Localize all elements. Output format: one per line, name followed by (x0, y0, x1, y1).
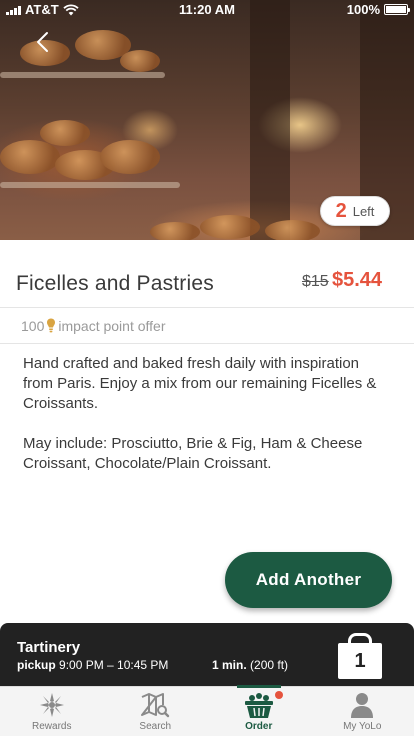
add-another-button[interactable]: Add Another (225, 552, 392, 608)
description-paragraph: Hand crafted and baked fresh daily with … (23, 355, 377, 412)
tab-search[interactable]: Search (104, 687, 208, 736)
tab-label: Order (245, 721, 273, 732)
travel-time: 1 min. (212, 658, 247, 672)
lightbulb-icon (47, 318, 56, 333)
travel-distance: (200 ft) (250, 658, 289, 672)
impact-offer-label: impact point offer (58, 318, 166, 334)
battery-percent: 100% (346, 2, 380, 17)
product-title: Ficelles and Pastries (16, 272, 214, 295)
basket-icon (244, 693, 273, 718)
chevron-left-icon (37, 32, 48, 52)
tab-label: My YoLo (343, 721, 382, 732)
tab-rewards[interactable]: Rewards (0, 687, 104, 736)
tab-my-yolo[interactable]: My YoLo (311, 687, 414, 736)
cart-count: 1 (338, 643, 382, 679)
store-name: Tartinery (17, 639, 81, 656)
tab-label: Rewards (32, 721, 72, 732)
battery-status: 100% (346, 2, 410, 17)
map-search-icon (141, 693, 170, 718)
sale-price: $5.44 (332, 269, 383, 291)
cart-button[interactable]: 1 (338, 633, 382, 679)
product-header: Ficelles and Pastries $15 $5.44 (0, 240, 414, 308)
order-summary-bar[interactable]: Tartinery pickup 9:00 PM – 10:45 PM 1 mi… (0, 623, 414, 686)
tab-label: Search (139, 721, 172, 732)
stock-count: 2 (335, 199, 347, 222)
battery-icon (384, 4, 410, 15)
description-paragraph: May include: Prosciutto, Brie & Fig, Ham… (23, 435, 363, 472)
stock-badge: 2 Left (320, 196, 390, 226)
tab-bar: Rewards Search Order My YoLo (0, 685, 414, 736)
stock-label: Left (352, 203, 375, 219)
rewards-icon (39, 693, 64, 717)
travel-info: 1 min. (200 ft) (212, 658, 288, 672)
impact-points: 100 (21, 318, 45, 334)
status-bar: AT&T 11:20 AM 100% (0, 0, 414, 20)
impact-offer: 100 impact point offer (21, 318, 166, 334)
back-button[interactable] (22, 24, 62, 60)
product-description: Hand crafted and baked fresh daily with … (23, 354, 393, 474)
pickup-window: pickup 9:00 PM – 10:45 PM (17, 658, 168, 672)
notification-dot (274, 691, 283, 699)
pickup-time: 9:00 PM – 10:45 PM (59, 658, 169, 672)
profile-icon (351, 693, 374, 718)
tab-order[interactable]: Order (207, 685, 311, 736)
original-price: $15 (302, 273, 329, 290)
impact-offer-row: 100 impact point offer (0, 308, 414, 344)
pickup-label: pickup (17, 658, 56, 672)
